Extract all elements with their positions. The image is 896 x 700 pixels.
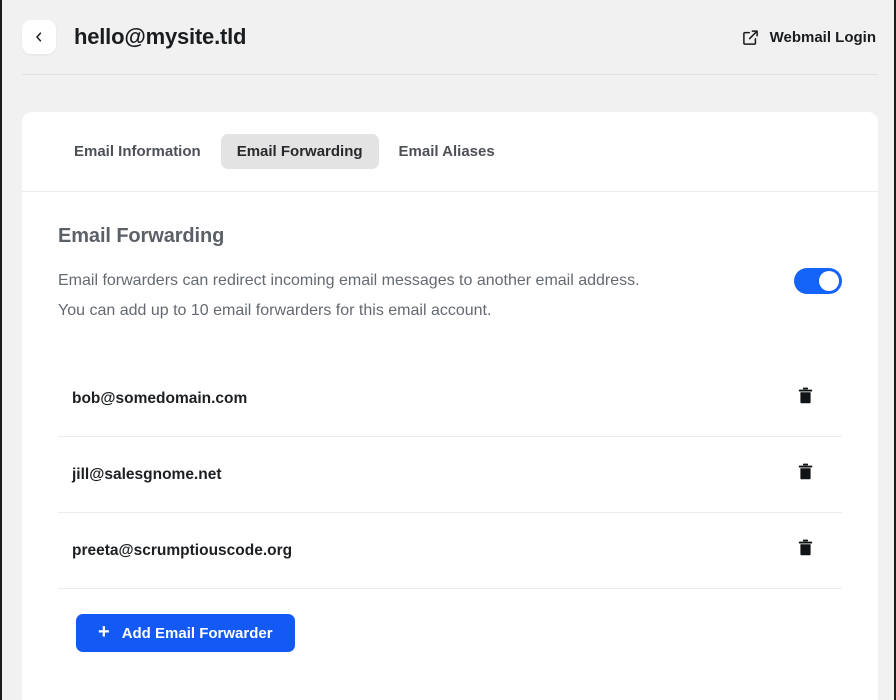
description-text: Email forwarders can redirect incoming e… [58, 266, 776, 326]
forwarder-address: bob@somedomain.com [72, 389, 248, 407]
delete-forwarder-button[interactable] [790, 457, 820, 487]
webmail-login-label: Webmail Login [769, 28, 876, 46]
delete-forwarder-button[interactable] [790, 381, 820, 411]
tab-email-aliases[interactable]: Email Aliases [383, 134, 511, 169]
description-row: Email forwarders can redirect incoming e… [58, 266, 842, 326]
add-email-forwarder-label: Add Email Forwarder [121, 624, 273, 642]
add-email-forwarder-button[interactable]: + Add Email Forwarder [76, 614, 295, 652]
description-line-1: Email forwarders can redirect incoming e… [58, 272, 640, 289]
trash-icon [798, 539, 813, 556]
tab-email-information[interactable]: Email Information [58, 134, 217, 169]
plus-icon: + [98, 621, 110, 643]
description-line-2: You can add up to 10 email forwarders fo… [58, 302, 492, 319]
trash-icon [798, 387, 813, 404]
page-header: hello@mysite.tld Webmail Login [22, 0, 878, 75]
chevron-left-icon [33, 31, 45, 43]
footer-actions: + Add Email Forwarder [22, 589, 878, 652]
trash-icon [798, 463, 813, 480]
email-forwarding-section: Email Forwarding Email forwarders can re… [22, 192, 878, 589]
webmail-login-link[interactable]: Webmail Login [742, 29, 878, 46]
app-root: hello@mysite.tld Webmail Login Email Inf… [0, 0, 896, 700]
tab-bar: Email Information Email Forwarding Email… [22, 112, 878, 192]
page-title: hello@mysite.tld [74, 24, 247, 49]
forwarder-row: preeta@scrumptiouscode.org [58, 513, 842, 589]
delete-forwarder-button[interactable] [790, 533, 820, 563]
forwarder-row: jill@salesgnome.net [58, 437, 842, 513]
back-button[interactable] [22, 20, 56, 54]
email-forwarding-toggle[interactable] [794, 268, 842, 294]
section-title: Email Forwarding [58, 225, 225, 247]
external-link-icon [742, 29, 759, 46]
forwarder-row: bob@somedomain.com [58, 361, 842, 437]
forwarder-address: jill@salesgnome.net [72, 465, 222, 483]
forwarder-address: preeta@scrumptiouscode.org [72, 541, 293, 559]
tab-email-forwarding[interactable]: Email Forwarding [220, 134, 379, 169]
toggle-knob [819, 271, 839, 291]
content-card: Email Information Email Forwarding Email… [22, 112, 878, 700]
forwarder-list: bob@somedomain.com jill@salesgnome.net p… [58, 361, 842, 589]
